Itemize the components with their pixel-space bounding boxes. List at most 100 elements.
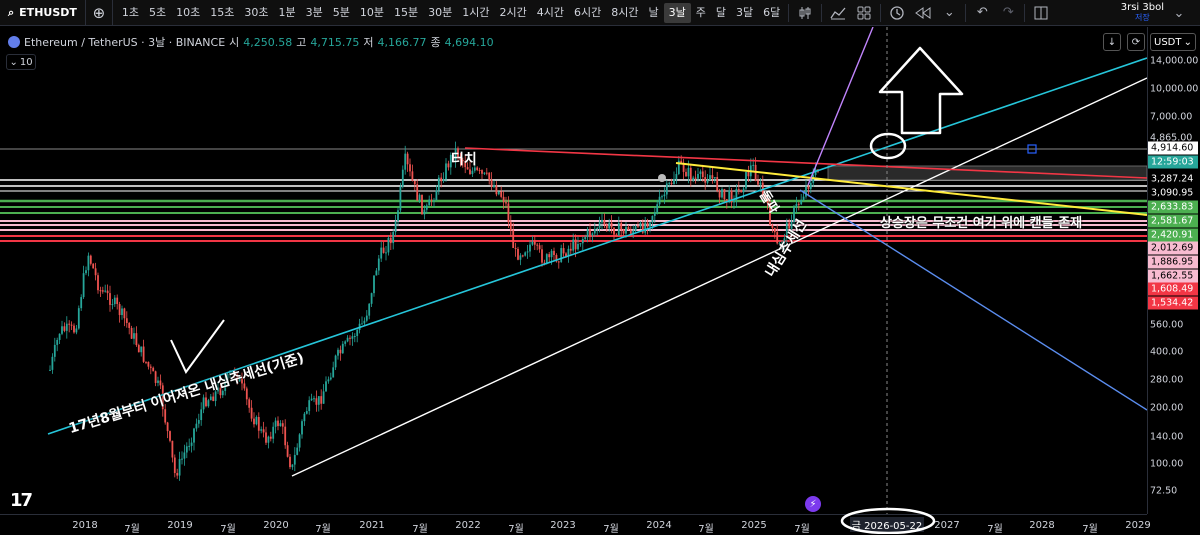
search-icon: ⌕ <box>8 5 15 19</box>
price-tag: 1,662.55 <box>1148 269 1198 283</box>
price-tag: 2,420.91 <box>1148 228 1198 242</box>
compare-plus-icon[interactable]: ⊕ <box>86 0 113 26</box>
time-label: 2022 <box>455 520 481 531</box>
price-tick: 72.50 <box>1150 485 1178 497</box>
indicator-toggle[interactable]: ⌄ 10 <box>6 54 36 70</box>
layout-chevron-icon[interactable]: ⌄ <box>1166 0 1192 26</box>
interval-list: 1초 5초 10초 15초 30초 1분 3분 5분 10분 15분 30분 1시간 2시간 4시간 6시간… <box>113 2 785 23</box>
interval-button[interactable]: 15초 <box>205 3 239 23</box>
price-tag: 1,886.95 <box>1148 255 1198 269</box>
interval-button[interactable]: 달 <box>711 3 731 23</box>
price-tag: 3,287.24 <box>1148 172 1198 186</box>
interval-button[interactable]: 6달 <box>758 3 785 23</box>
touch-annotation: 터치 <box>451 152 477 168</box>
time-label: 2024 <box>646 520 672 531</box>
price-chart[interactable] <box>0 27 1147 514</box>
interval-button[interactable]: 5초 <box>144 3 171 23</box>
interval-button[interactable]: 5분 <box>328 3 355 23</box>
interval-button[interactable]: 30분 <box>423 3 457 23</box>
alert-icon[interactable] <box>884 0 910 26</box>
ma-value: 10 <box>19 56 33 68</box>
bolt-icon[interactable]: ⚡ <box>805 496 821 512</box>
chevron-down-icon: ⌄ <box>9 56 18 68</box>
price-tick: 7,000.00 <box>1150 111 1193 123</box>
time-label: 7월 <box>698 524 714 535</box>
interval-button[interactable]: 4시간 <box>532 3 569 23</box>
marker-dot <box>658 174 666 182</box>
interval-button[interactable]: 1시간 <box>457 3 494 23</box>
interval-button[interactable]: 3달 <box>731 3 758 23</box>
low-label: 저 <box>363 36 374 49</box>
interval-button[interactable]: 15분 <box>389 3 423 23</box>
price-tag: 2,581.67 <box>1148 214 1198 228</box>
download-icon[interactable]: ↓ <box>1103 33 1121 51</box>
divider <box>965 3 967 22</box>
price-tag: 1,608.49 <box>1148 282 1198 296</box>
time-label: 7월 <box>412 524 428 535</box>
date-highlight-ellipse <box>840 507 936 534</box>
interval-button[interactable]: 3날 <box>663 2 691 23</box>
price-tick: 560.00 <box>1150 319 1184 331</box>
undo-icon[interactable]: ↶ <box>969 0 995 26</box>
candlesticks <box>49 141 819 481</box>
interval-button[interactable]: 2시간 <box>495 3 532 23</box>
tradingview-logo[interactable]: 17 <box>10 490 33 511</box>
high-value: 4,715.75 <box>310 35 360 49</box>
price-tick: 10,000.00 <box>1150 83 1199 95</box>
redo-icon[interactable]: ↷ <box>995 0 1021 26</box>
time-label: 7월 <box>1082 524 1098 535</box>
price-tick: 400.00 <box>1150 346 1184 358</box>
layout-save-button[interactable]: 3rsi 3bol 저장 <box>1121 0 1164 26</box>
violet-breakout-line <box>807 27 874 186</box>
time-label: 2020 <box>263 520 289 531</box>
chevron-down-icon: ⌄ <box>1183 36 1192 48</box>
time-label: 2018 <box>72 520 98 531</box>
replay-icon[interactable] <box>910 0 936 26</box>
price-tick: 280.00 <box>1150 374 1184 386</box>
up-arrow-icon <box>878 46 964 135</box>
close-label: 종 <box>430 36 441 49</box>
refresh-icon[interactable]: ⟳ <box>1127 33 1145 51</box>
chart-top-buttons: ↓ ⟳ <box>1103 33 1145 51</box>
open-label: 시 <box>229 36 240 49</box>
symbol-label: ETHUSDT <box>19 6 77 19</box>
time-label: 7월 <box>603 524 619 535</box>
interval-button[interactable]: 날 <box>644 3 664 23</box>
price-tag: 3,090.95 <box>1148 186 1198 200</box>
time-label: 7월 <box>315 524 331 535</box>
interval-button[interactable]: 1분 <box>274 3 301 23</box>
symbol-search[interactable]: ⌕ ETHUSDT <box>0 0 86 25</box>
legend-title[interactable]: Ethereum / TetherUS · 3날 · BINANCE <box>24 34 225 50</box>
interval-button[interactable]: 3분 <box>301 3 328 23</box>
interval-button[interactable]: 10분 <box>355 3 389 23</box>
high-label: 고 <box>296 36 307 49</box>
price-tag: 4,914.60 <box>1148 141 1198 155</box>
eth-logo-icon <box>8 36 20 48</box>
range-box <box>827 165 1147 181</box>
chevron-down-icon[interactable]: ⌄ <box>936 0 962 26</box>
open-value: 4,250.58 <box>243 35 293 49</box>
divider <box>1024 3 1026 22</box>
templates-icon[interactable] <box>851 0 877 26</box>
time-label: 7월 <box>987 524 1003 535</box>
price-tick: 14,000.00 <box>1150 55 1199 67</box>
interval-button[interactable]: 6시간 <box>569 3 606 23</box>
time-label: 2025 <box>741 520 767 531</box>
layout-status: 저장 <box>1135 13 1150 22</box>
interval-button[interactable]: 30초 <box>239 3 273 23</box>
layout-icon[interactable] <box>1028 0 1054 26</box>
top-toolbar: ⌕ ETHUSDT ⊕ 1초 5초 10초 15초 30초 1분 3분 5분 10분 15분 30분… <box>0 0 1200 26</box>
candles-icon[interactable] <box>792 0 818 26</box>
time-label: 2021 <box>359 520 385 531</box>
interval-button[interactable]: 10초 <box>171 3 205 23</box>
time-label: 2019 <box>167 520 193 531</box>
interval-button[interactable]: 8시간 <box>606 3 643 23</box>
price-tick: 100.00 <box>1150 458 1184 470</box>
close-value: 4,694.10 <box>444 35 494 49</box>
indicators-icon[interactable] <box>825 0 851 26</box>
currency-select[interactable]: USDT ⌄ <box>1150 33 1196 51</box>
divider <box>880 3 882 22</box>
interval-button[interactable]: 주 <box>691 3 711 23</box>
time-label: 2027 <box>934 520 960 531</box>
interval-button[interactable]: 1초 <box>117 3 144 23</box>
